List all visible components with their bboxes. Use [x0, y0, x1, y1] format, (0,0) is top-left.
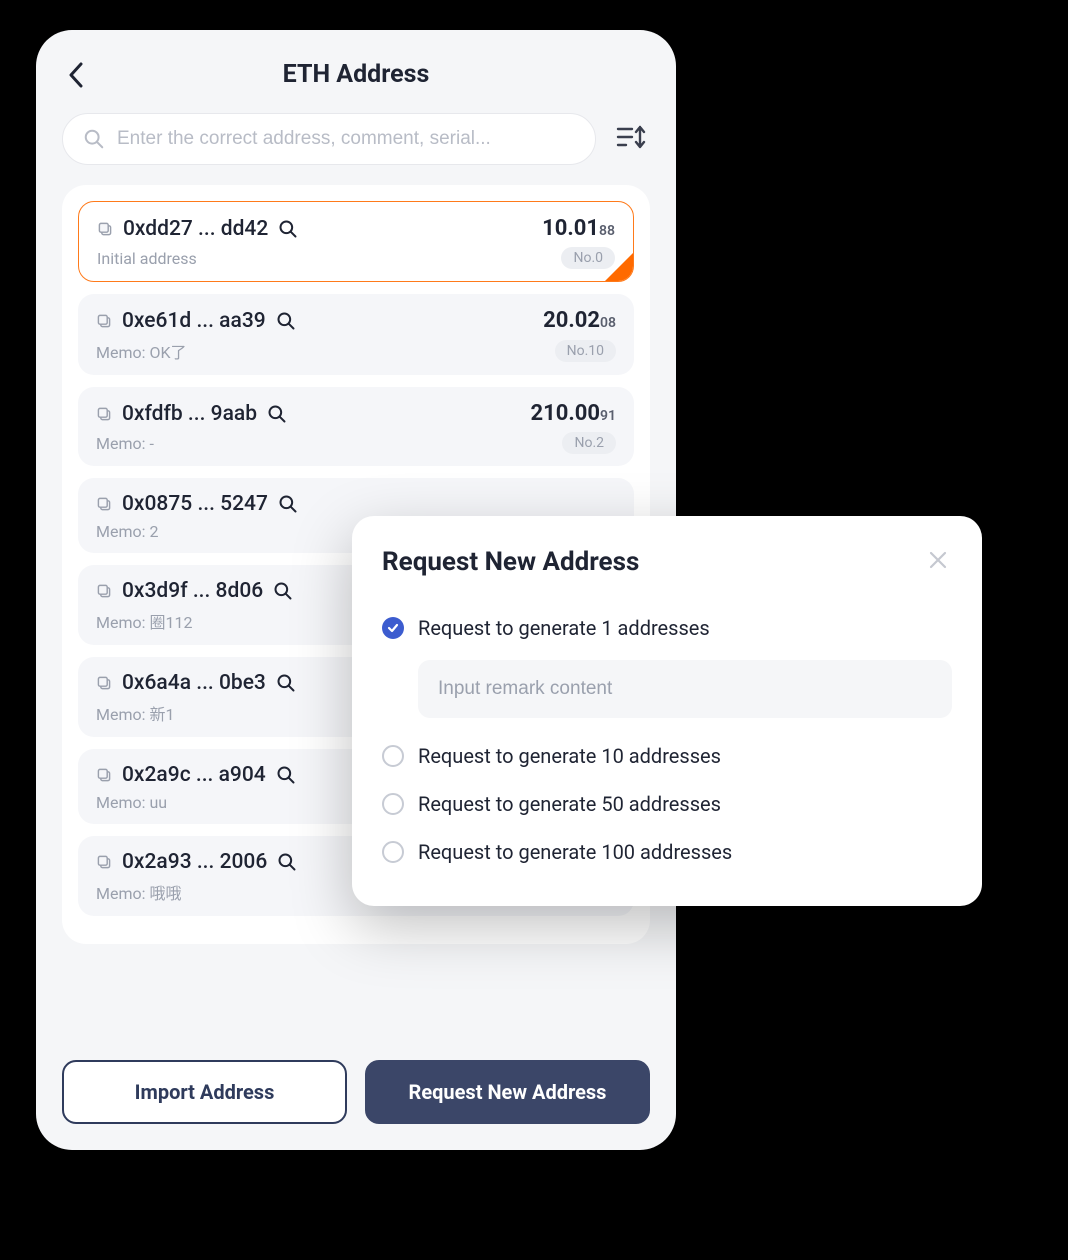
chevron-left-icon	[68, 62, 84, 88]
generate-option[interactable]: Request to generate 10 addresses	[382, 732, 952, 780]
address-text: 0xfdfb ... 9aab	[122, 402, 257, 426]
search-address-icon[interactable]	[277, 852, 297, 872]
import-address-button[interactable]: Import Address	[62, 1060, 347, 1124]
serial-badge: No.2	[562, 432, 616, 454]
memo-text: Memo: -	[96, 434, 154, 453]
copy-icon[interactable]	[96, 583, 112, 599]
search-address-icon[interactable]	[276, 311, 296, 331]
memo-text: Memo: 圈112	[96, 609, 192, 633]
copy-icon[interactable]	[96, 767, 112, 783]
option-label: Request to generate 100 addresses	[418, 840, 732, 864]
serial-badge: No.0	[561, 247, 615, 269]
memo-text: Memo: uu	[96, 793, 167, 812]
memo-text: Memo: 哦哦	[96, 880, 181, 904]
memo-text: Memo: 2	[96, 522, 158, 541]
radio-unchecked-icon[interactable]	[382, 745, 404, 767]
address-text: 0x3d9f ... 8d06	[122, 579, 263, 603]
search-input[interactable]	[117, 128, 575, 150]
address-text: 0x2a93 ... 2006	[122, 850, 267, 874]
address-item[interactable]: 0xdd27 ... dd42 10.0188 Initial address No.…	[78, 201, 634, 282]
page-title: ETH Address	[283, 60, 430, 89]
request-new-address-button[interactable]: Request New Address	[365, 1060, 650, 1124]
search-row	[62, 113, 650, 165]
address-text: 0x0875 ... 5247	[122, 492, 268, 516]
generate-option[interactable]: Request to generate 1 addresses	[382, 604, 952, 652]
option-label: Request to generate 50 addresses	[418, 792, 721, 816]
copy-icon[interactable]	[97, 221, 113, 237]
sort-icon	[616, 123, 646, 151]
copy-icon[interactable]	[96, 496, 112, 512]
memo-text: Memo: OK了	[96, 339, 187, 363]
back-button[interactable]	[62, 56, 90, 94]
remark-input[interactable]	[438, 678, 932, 700]
generate-option[interactable]: Request to generate 100 addresses	[382, 828, 952, 876]
address-text: 0x2a9c ... a904	[122, 763, 266, 787]
bottom-bar: Import Address Request New Address	[62, 1044, 650, 1124]
modal-title: Request New Address	[382, 547, 639, 577]
address-text: 0xe61d ... aa39	[122, 309, 266, 333]
balance: 10.0188	[542, 216, 615, 241]
generate-option[interactable]: Request to generate 50 addresses	[382, 780, 952, 828]
copy-icon[interactable]	[96, 406, 112, 422]
radio-unchecked-icon[interactable]	[382, 793, 404, 815]
sort-button[interactable]	[612, 119, 650, 159]
search-address-icon[interactable]	[276, 765, 296, 785]
search-address-icon[interactable]	[267, 404, 287, 424]
serial-badge: No.10	[555, 340, 616, 362]
copy-icon[interactable]	[96, 854, 112, 870]
address-item[interactable]: 0xfdfb ... 9aab 210.0091 Memo: - No.2	[78, 387, 634, 466]
remark-input-wrap	[418, 660, 952, 718]
address-text: 0xdd27 ... dd42	[123, 217, 268, 241]
header: ETH Address	[62, 60, 650, 89]
balance: 210.0091	[531, 401, 617, 426]
search-address-icon[interactable]	[278, 219, 298, 239]
copy-icon[interactable]	[96, 313, 112, 329]
search-address-icon[interactable]	[273, 581, 293, 601]
address-item[interactable]: 0xe61d ... aa39 20.0208 Memo: OK了 No.10	[78, 294, 634, 375]
memo-text: Memo: 新1	[96, 701, 174, 725]
radio-checked-icon[interactable]	[382, 617, 404, 639]
memo-text: Initial address	[97, 249, 197, 268]
modal-close-button[interactable]	[924, 546, 952, 578]
search-address-icon[interactable]	[276, 673, 296, 693]
option-label: Request to generate 1 addresses	[418, 616, 710, 640]
radio-unchecked-icon[interactable]	[382, 841, 404, 863]
modal-header: Request New Address	[382, 546, 952, 578]
search-icon	[83, 128, 105, 150]
address-text: 0x6a4a ... 0be3	[122, 671, 266, 695]
search-address-icon[interactable]	[278, 494, 298, 514]
request-new-address-modal: Request New Address Request to generate …	[352, 516, 982, 906]
copy-icon[interactable]	[96, 675, 112, 691]
close-icon	[928, 550, 948, 570]
option-label: Request to generate 10 addresses	[418, 744, 721, 768]
search-box[interactable]	[62, 113, 596, 165]
balance: 20.0208	[543, 308, 616, 333]
